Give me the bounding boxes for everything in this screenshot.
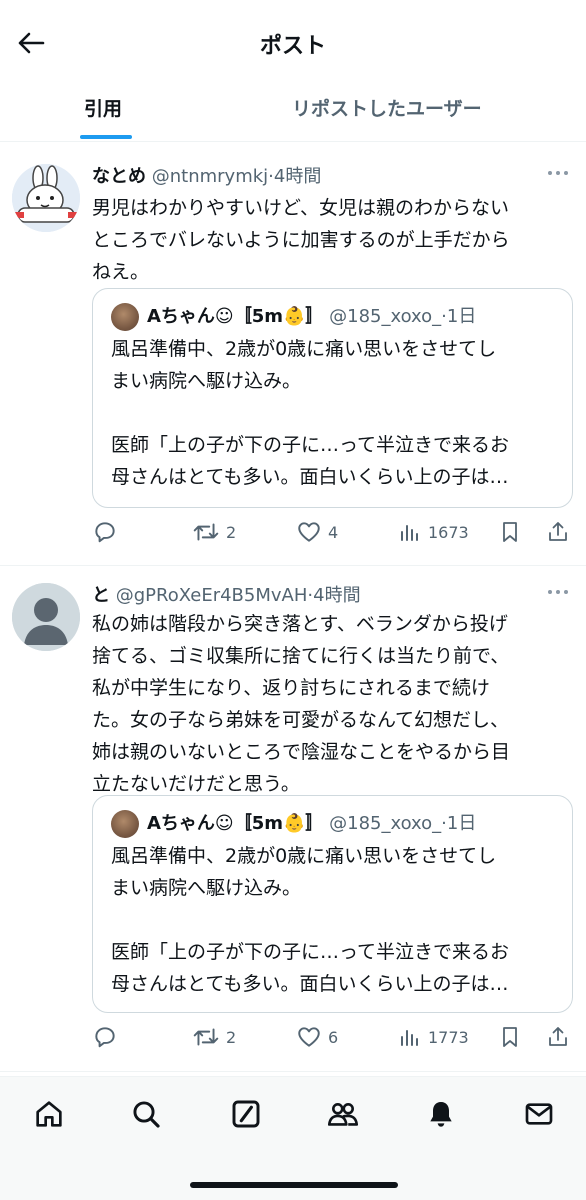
quoted-post-text: 風呂準備中、2歳が0歳に痛い思いをさせてし まい病院へ駆け込み。 医師「上の子が…	[111, 845, 510, 995]
share-button[interactable]	[546, 516, 570, 548]
nav-grok[interactable]	[227, 1095, 265, 1133]
tab-reposts[interactable]: リポストしたユーザー	[292, 94, 482, 121]
reply-button[interactable]	[92, 1021, 124, 1053]
page-title: ポスト	[259, 34, 326, 59]
like-count: 6	[328, 1027, 339, 1047]
bookmark-button[interactable]	[498, 516, 522, 548]
more-options-icon[interactable]	[544, 166, 572, 180]
notifications-icon	[430, 1102, 452, 1127]
messages-icon	[525, 1103, 553, 1125]
reply-icon	[95, 1027, 115, 1048]
display-name[interactable]: なとめ	[92, 166, 146, 187]
views-icon	[401, 525, 418, 541]
quoted-post-header: Aちゃん☺︎〚5m👶〛 @185_xoxo_·1日	[147, 809, 476, 835]
top-bar: ポスト	[0, 0, 586, 88]
bookmark-icon	[503, 522, 517, 542]
like-count: 4	[328, 522, 339, 542]
quoted-post[interactable]: Aちゃん☺︎〚5m👶〛 @185_xoxo_·1日 風呂準備中、2歳が0歳に痛い…	[92, 288, 573, 508]
views-button[interactable]: 1673	[398, 516, 469, 548]
post-text: 私の姉は階段から突き落とす、ベランダから投げ 捨てる、ゴミ収集所に捨てに行くは当…	[92, 613, 511, 795]
share-icon	[549, 1027, 567, 1046]
heart-icon	[298, 1027, 320, 1047]
views-button[interactable]: 1773	[398, 1021, 469, 1053]
tab-quotes[interactable]: 引用	[84, 94, 122, 121]
post-header: なとめ @ntnmrymkj·4時間	[92, 162, 321, 188]
more-options-icon[interactable]	[544, 585, 572, 599]
repost-count: 2	[226, 522, 237, 542]
reply-button[interactable]	[92, 516, 124, 548]
bookmark-button[interactable]	[498, 1021, 522, 1053]
view-count: 1673	[428, 522, 469, 542]
post-actions: 2 4 1673	[92, 516, 572, 548]
nav-notifications[interactable]	[422, 1095, 460, 1133]
quoted-user-handle: @185_xoxo_	[329, 813, 442, 834]
avatar[interactable]	[12, 164, 80, 232]
post-time[interactable]: 4時間	[274, 166, 321, 187]
quoted-post-time: 1日	[446, 813, 477, 834]
share-icon	[549, 522, 567, 541]
display-name[interactable]: と	[92, 585, 110, 606]
repost-icon	[193, 1028, 219, 1046]
grok-icon	[232, 1100, 260, 1128]
quoted-post[interactable]: Aちゃん☺︎〚5m👶〛 @185_xoxo_·1日 風呂準備中、2歳が0歳に痛い…	[92, 795, 573, 1013]
quoted-post-header: Aちゃん☺︎〚5m👶〛 @185_xoxo_·1日	[147, 302, 476, 328]
like-button[interactable]: 6	[296, 1021, 338, 1053]
nav-home[interactable]	[30, 1095, 68, 1133]
post-time[interactable]: 4時間	[313, 585, 360, 606]
quoted-display-name: Aちゃん☺︎〚5m👶〛	[147, 813, 324, 834]
quoted-post-time: 1日	[446, 306, 477, 327]
post-header: と @gPRoXeEr4B5MvAH·4時間	[92, 581, 361, 607]
post-actions: 2 6 1773	[92, 1021, 572, 1053]
search-icon	[133, 1101, 160, 1128]
user-handle[interactable]: @ntnmrymkj	[152, 166, 268, 187]
post[interactable]: と @gPRoXeEr4B5MvAH·4時間 私の姉は階段から突き落とす、ベラン…	[0, 567, 586, 1072]
tab-bar: 引用 リポストしたユーザー	[0, 88, 586, 142]
repost-button[interactable]: 2	[192, 1021, 236, 1053]
heart-icon	[298, 522, 320, 542]
post[interactable]: なとめ @ntnmrymkj·4時間 男児はわかりやすいけど、女児は親のわからな…	[0, 148, 586, 566]
quoted-post-text: 風呂準備中、2歳が0歳に痛い思いをさせてし まい病院へ駆け込み。 医師「上の子が…	[111, 338, 510, 488]
communities-icon	[327, 1103, 359, 1126]
home-indicator	[190, 1182, 398, 1188]
bookmark-icon	[503, 1027, 517, 1047]
post-text: 男児はわかりやすいけど、女児は親のわからない ところでバレないように加害するのが…	[92, 197, 510, 283]
quoted-display-name: Aちゃん☺︎〚5m👶〛	[147, 306, 324, 327]
share-button[interactable]	[546, 1021, 570, 1053]
reply-icon	[95, 522, 115, 543]
nav-messages[interactable]	[520, 1095, 558, 1133]
active-tab-indicator	[80, 135, 132, 139]
repost-count: 2	[226, 1027, 237, 1047]
home-icon	[36, 1101, 62, 1127]
view-count: 1773	[428, 1027, 469, 1047]
quoted-avatar	[111, 810, 139, 838]
user-handle[interactable]: @gPRoXeEr4B5MvAH	[116, 585, 308, 606]
views-icon	[401, 1030, 418, 1046]
repost-button[interactable]: 2	[192, 516, 236, 548]
avatar[interactable]	[12, 583, 80, 651]
like-button[interactable]: 4	[296, 516, 338, 548]
quoted-user-handle: @185_xoxo_	[329, 306, 442, 327]
nav-communities[interactable]	[324, 1095, 362, 1133]
quoted-avatar	[111, 303, 139, 331]
repost-icon	[193, 523, 219, 541]
nav-search[interactable]	[127, 1095, 165, 1133]
